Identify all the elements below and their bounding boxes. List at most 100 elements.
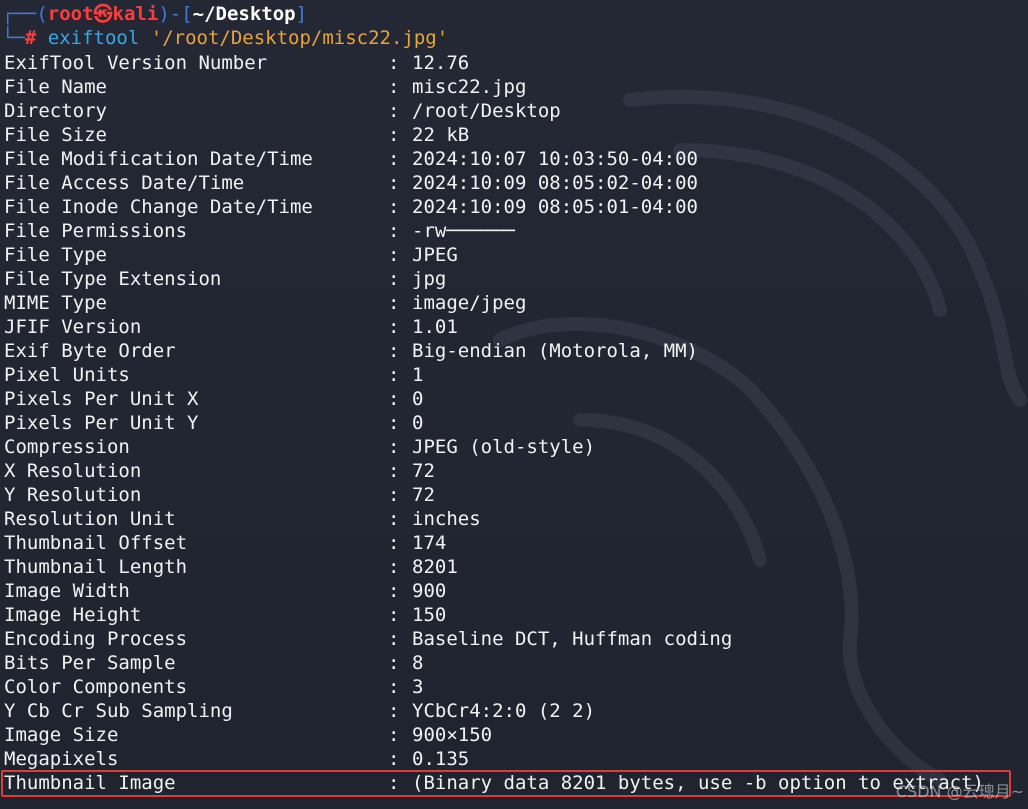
tag-name: File Size [4, 124, 107, 146]
tag-name: Image Height [4, 604, 142, 626]
output-row: File Size:22 kB [4, 123, 469, 147]
tag-name: File Type Extension [4, 268, 222, 290]
tag-separator: : [388, 124, 400, 146]
terminal-window[interactable]: ┌──(root㉿kali)-[~/Desktop] └─# exiftool … [0, 0, 1028, 809]
tag-name: Bits Per Sample [4, 652, 176, 674]
output-row: Bits Per Sample:8 [4, 651, 423, 675]
tag-value: jpg [412, 268, 447, 290]
tag-value: Baseline DCT, Huffman coding [412, 628, 733, 650]
tag-name: Compression [4, 436, 130, 458]
tag-value: 72 [412, 484, 435, 506]
tag-value: misc22.jpg [412, 76, 527, 98]
tag-value: 2024:10:07 10:03:50-04:00 [412, 148, 698, 170]
output-row: JFIF Version:1.01 [4, 315, 458, 339]
tag-separator: : [388, 676, 400, 698]
tag-value: 8201 [412, 556, 458, 578]
tag-name: Thumbnail Length [4, 556, 188, 578]
command-argument: '/root/Desktop/misc22.jpg' [150, 27, 449, 49]
prompt-hash: # [24, 27, 37, 49]
prompt-frame-bottom: └─ [2, 27, 25, 49]
tag-separator: : [388, 172, 400, 194]
tag-separator: : [388, 412, 400, 434]
output-row: Image Width:900 [4, 579, 446, 603]
tag-value: 3 [412, 676, 424, 698]
output-row: File Type: JPEG [4, 243, 458, 267]
tag-separator: : [388, 748, 400, 770]
tag-separator: : [388, 556, 400, 578]
command-name: exiftool [47, 27, 140, 49]
tag-value: 0.135 [412, 748, 470, 770]
prompt-at-symbol: ㉿ [93, 3, 113, 25]
output-row: Image Height:150 [4, 603, 446, 627]
tag-name: Image Size [4, 724, 119, 746]
tag-name: Y Cb Cr Sub Sampling [4, 700, 233, 722]
tag-name: Image Width [4, 580, 130, 602]
thumbnail-image-highlight-box [1, 770, 1011, 797]
output-row: File Permissions: -rw────── [4, 219, 515, 243]
tag-separator: : [388, 628, 400, 650]
tag-value: 150 [412, 604, 447, 626]
command-line[interactable]: └─# exiftool '/root/Desktop/misc22.jpg' [2, 26, 448, 50]
tag-separator: : [388, 292, 400, 314]
tag-separator: : [388, 580, 400, 602]
output-row: File Inode Change Date/Time:2024:10:09 0… [4, 195, 698, 219]
output-row: Resolution Unit: inches [4, 507, 481, 531]
tag-separator: : [388, 268, 400, 290]
tag-value: 1 [412, 364, 424, 386]
output-row: MIME Type: image/jpeg [4, 291, 526, 315]
tag-separator: : [388, 364, 400, 386]
output-row: Compression: JPEG (old-style) [4, 435, 595, 459]
tag-name: Megapixels [4, 748, 119, 770]
tag-name: Color Components [4, 676, 188, 698]
prompt-frame-mid: )-[ [158, 3, 193, 25]
tag-name: File Name [4, 76, 107, 98]
tag-value: YCbCr4:2:0 (2 2) [412, 700, 596, 722]
prompt-user: root [47, 3, 94, 25]
tag-name: ExifTool Version Number [4, 52, 268, 74]
tag-value: inches [412, 508, 481, 530]
output-row: Pixel Units:1 [4, 363, 423, 387]
output-row: Image Size:900×150 [4, 723, 492, 747]
tag-separator: : [388, 484, 400, 506]
tag-name: Pixel Units [4, 364, 130, 386]
tag-value: 12.76 [412, 52, 470, 74]
csdn-watermark: CSDN @云璁月~ [895, 782, 1024, 801]
prompt-frame-end: ] [295, 3, 308, 25]
output-row: Exif Byte Order: Big-endian (Motorola, MM… [4, 339, 698, 363]
output-row: Color Components:3 [4, 675, 423, 699]
tag-name: Encoding Process [4, 628, 188, 650]
tag-name: File Modification Date/Time [4, 148, 313, 170]
tag-separator: : [388, 700, 400, 722]
output-row: Thumbnail Offset:174 [4, 531, 446, 555]
tag-value: Big-endian (Motorola, MM) [412, 340, 698, 362]
tag-separator: : [388, 508, 400, 530]
tag-name: File Type [4, 244, 107, 266]
prompt-header-line: ┌──(root㉿kali)-[~/Desktop] [2, 2, 307, 26]
tag-name: Pixels Per Unit X [4, 388, 199, 410]
tag-name: File Access Date/Time [4, 172, 245, 194]
tag-name: Thumbnail Offset [4, 532, 188, 554]
tag-name: Pixels Per Unit Y [4, 412, 199, 434]
output-row: File Type Extension: jpg [4, 267, 446, 291]
tag-value: 2024:10:09 08:05:02-04:00 [412, 172, 698, 194]
tag-value: 0 [412, 412, 424, 434]
tag-value: 900 [412, 580, 447, 602]
output-row: File Modification Date/Time:2024:10:07 1… [4, 147, 698, 171]
output-row: Megapixels:0.135 [4, 747, 469, 771]
tag-separator: : [388, 316, 400, 338]
output-row: File Name: misc22.jpg [4, 75, 526, 99]
tag-separator: : [388, 724, 400, 746]
output-row: Y Resolution:72 [4, 483, 435, 507]
output-row: Thumbnail Length:8201 [4, 555, 458, 579]
tag-separator: : [388, 100, 400, 122]
tag-separator: : [388, 220, 400, 242]
tag-value: JPEG [412, 244, 458, 266]
tag-separator: : [388, 244, 400, 266]
tag-value: /root/Desktop [412, 100, 561, 122]
tag-value: 8 [412, 652, 424, 674]
tag-value: 72 [412, 460, 435, 482]
tag-separator: : [388, 52, 400, 74]
output-row: Pixels Per Unit X:0 [4, 387, 423, 411]
tag-value: 0 [412, 388, 424, 410]
tag-name: MIME Type [4, 292, 107, 314]
